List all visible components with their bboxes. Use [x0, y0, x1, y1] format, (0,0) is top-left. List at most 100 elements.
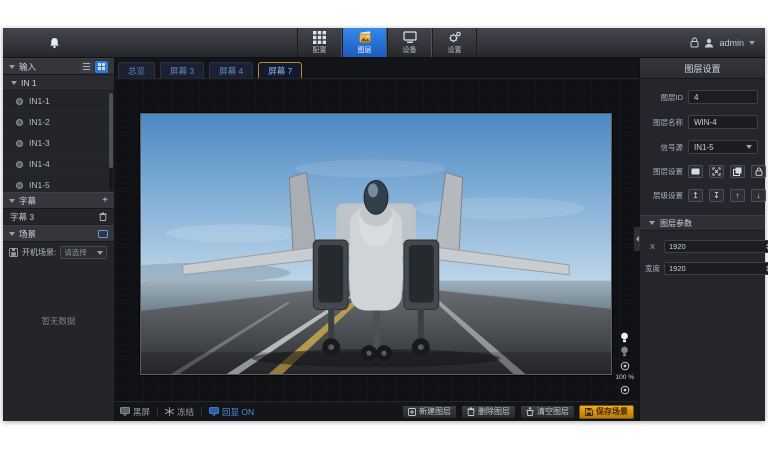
freeze-toggle[interactable]: 冻结: [165, 406, 194, 418]
signal-source-value: IN1-5: [694, 143, 714, 152]
input-list-scrollbar[interactable]: [109, 92, 113, 191]
layer-preview-jet-image[interactable]: [140, 113, 612, 375]
grid-icon: [313, 31, 326, 44]
panel-collapse-handle[interactable]: [633, 226, 640, 252]
delete-layer-button[interactable]: 删除图层: [461, 405, 516, 419]
input-item-label: IN1-1: [29, 96, 50, 106]
boot-scene-value: 请选择: [64, 247, 87, 258]
x-label: X: [644, 242, 661, 251]
layout-canvas[interactable]: 100 %: [115, 79, 639, 401]
input-item-label: IN1-2: [29, 117, 50, 127]
input-item[interactable]: IN1-2: [3, 112, 114, 133]
subtitle-section-title: 字幕: [19, 195, 36, 207]
new-layer-label: 新建图层: [419, 406, 451, 417]
monitor-icon: [403, 31, 417, 44]
lock-icon[interactable]: [690, 37, 699, 48]
new-layer-button[interactable]: 新建图层: [402, 405, 457, 419]
select-caret-icon: [97, 251, 103, 255]
width-stepper[interactable]: [664, 262, 768, 275]
input-section-title: 输入: [19, 61, 36, 73]
sidebar: 输入 IN 1 IN1-1 IN1-2: [3, 58, 115, 421]
subtitle-item-label: 字幕 3: [10, 211, 34, 223]
nav-devices[interactable]: 设备: [387, 28, 432, 57]
tab-overview[interactable]: 总览: [118, 62, 155, 78]
move-top-icon[interactable]: ↥: [688, 189, 703, 202]
plus-square-icon: [408, 408, 416, 416]
nav-settings[interactable]: 设置: [432, 28, 477, 57]
scene-screen-button[interactable]: [98, 230, 108, 238]
boot-scene-select[interactable]: 请选择: [60, 246, 107, 259]
tab-screen-4[interactable]: 屏幕 4: [209, 62, 253, 78]
move-down-icon[interactable]: ↓: [751, 189, 766, 202]
blackout-toggle[interactable]: 黑屏: [120, 406, 150, 418]
save-slot-icon: [9, 248, 18, 257]
echo-toggle[interactable]: 回显 ON: [209, 406, 254, 418]
subtitle-section-header[interactable]: 字幕 +: [3, 192, 114, 209]
source-dot-icon: [16, 161, 23, 168]
signal-source-select[interactable]: IN1-5: [688, 140, 758, 154]
move-bottom-icon[interactable]: ↧: [709, 189, 724, 202]
jet-image: [141, 114, 611, 374]
copy-layer-button[interactable]: [730, 165, 745, 178]
nav-config[interactable]: 配置: [297, 28, 342, 57]
empty-text: 暂无数据: [41, 315, 75, 421]
user-box[interactable]: admin: [690, 28, 755, 57]
layer-params-header[interactable]: 图层参数: [640, 215, 765, 231]
add-subtitle-button[interactable]: +: [102, 196, 108, 206]
input-item[interactable]: IN1-4: [3, 154, 114, 175]
tab-screen-7[interactable]: 屏幕 7: [258, 62, 302, 78]
workspace: 总览 屏幕 3 屏幕 4 屏幕 7: [115, 58, 639, 421]
delete-subtitle-button[interactable]: [99, 212, 107, 221]
width-input[interactable]: [669, 264, 766, 273]
lock-layer-button[interactable]: [751, 165, 766, 178]
snowflake-icon: [165, 407, 174, 416]
brightness-off-icon[interactable]: [619, 346, 630, 357]
list-view-button[interactable]: [80, 61, 93, 73]
layer-name-input[interactable]: [688, 115, 758, 129]
signal-source-label: 信号源: [647, 142, 683, 153]
nav-config-label: 配置: [313, 45, 327, 55]
x-input[interactable]: [669, 242, 766, 251]
delete-layer-label: 删除图层: [478, 406, 510, 417]
input-item[interactable]: IN1-1: [3, 91, 114, 112]
echo-monitor-icon: [209, 407, 219, 416]
source-dot-icon: [16, 98, 23, 105]
nav-settings-label: 设置: [448, 45, 462, 55]
subtitle-item[interactable]: 字幕 3: [3, 209, 114, 225]
restore-layer-button[interactable]: [709, 165, 724, 178]
save-scene-label: 保存场景: [596, 406, 628, 417]
layer-id-input[interactable]: [688, 90, 758, 104]
move-up-icon[interactable]: ↑: [730, 189, 745, 202]
input-section-header[interactable]: 输入: [3, 58, 114, 75]
brightness-on-icon[interactable]: [619, 332, 630, 343]
save-scene-button[interactable]: 保存场景: [579, 405, 634, 419]
input-item-label: IN1-5: [29, 180, 50, 190]
input-group-row[interactable]: IN 1: [3, 75, 114, 91]
source-dot-icon: [16, 119, 23, 126]
input-item[interactable]: IN1-3: [3, 133, 114, 154]
input-item[interactable]: IN1-5: [3, 175, 114, 192]
fullscreen-layer-button[interactable]: [688, 165, 703, 178]
echo-label: 回显 ON: [222, 406, 254, 418]
zoom-reset-icon[interactable]: [619, 384, 630, 395]
width-label: 宽度: [644, 263, 661, 274]
layer-name-label: 图层名称: [647, 117, 683, 128]
freeze-label: 冻结: [177, 406, 194, 418]
main-nav: 配置 图层 设备: [297, 28, 477, 57]
scene-section-header[interactable]: 场景: [3, 225, 114, 242]
zoom-level: 100 %: [616, 374, 634, 381]
input-list: IN1-1 IN1-2 IN1-3 IN1-4 IN1-5: [3, 91, 114, 192]
nav-layers[interactable]: 图层: [342, 28, 387, 57]
user-menu-caret-icon[interactable]: [749, 41, 755, 45]
clear-layer-button[interactable]: 清空图层: [520, 405, 575, 419]
source-dot-icon: [16, 182, 23, 189]
x-stepper[interactable]: [664, 240, 768, 253]
locate-icon[interactable]: [619, 360, 630, 371]
notification-bell-icon[interactable]: [49, 37, 60, 49]
scene-empty-state: 暂无数据: [3, 263, 114, 421]
screen-flag-icon: [691, 168, 700, 175]
clear-icon: [526, 407, 534, 416]
save-icon: [585, 408, 593, 416]
tab-screen-3[interactable]: 屏幕 3: [160, 62, 204, 78]
grid-view-button[interactable]: [95, 61, 108, 73]
